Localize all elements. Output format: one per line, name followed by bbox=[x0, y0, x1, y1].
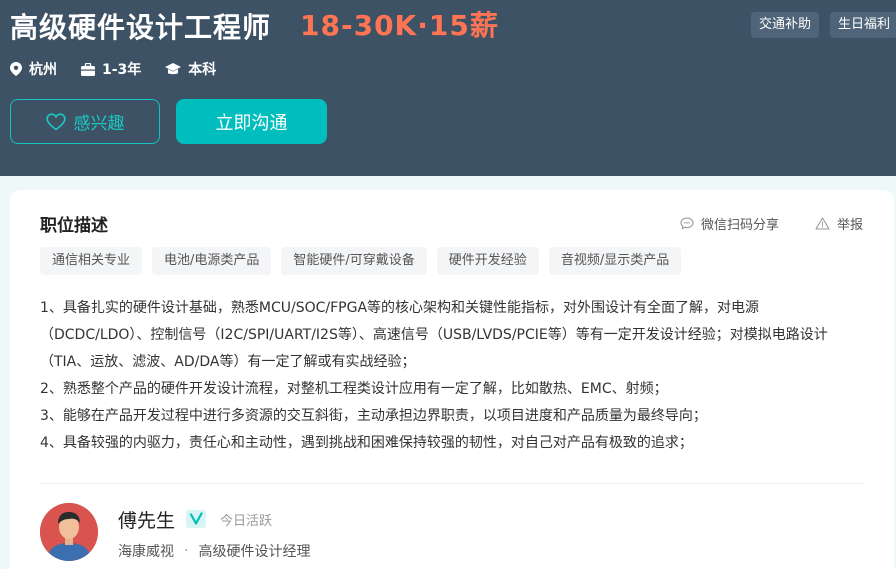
separator-dot: · bbox=[184, 543, 189, 559]
recruiter-name: 傅先生 bbox=[118, 510, 176, 532]
experience: 1-3年 bbox=[81, 59, 141, 79]
skill-tag: 通信相关专业 bbox=[40, 247, 143, 275]
description-line: 2、熟悉整个产品的硬件开发设计流程，对整机工程类设计应用有一定了解，比如散热、E… bbox=[40, 381, 668, 397]
education: 本科 bbox=[165, 59, 216, 79]
experience-text: 1-3年 bbox=[102, 62, 142, 78]
description-line: 4、具备较强的内驱力，责任心和主动性，遇到挑战和困难保持较强的韧性，对自己对产品… bbox=[40, 435, 693, 451]
person-avatar-icon bbox=[40, 503, 98, 561]
location-text: 杭州 bbox=[29, 62, 57, 78]
location: 杭州 bbox=[10, 59, 57, 79]
divider bbox=[40, 483, 864, 484]
skill-tag: 电池/电源类产品 bbox=[152, 247, 272, 275]
skill-tag: 硬件开发经验 bbox=[436, 247, 539, 275]
recruiter-info: 海康威视 · 高级硬件设计经理 bbox=[118, 541, 310, 561]
chat-now-button[interactable]: 立即沟通 bbox=[176, 99, 327, 144]
salary: 18-30K·15薪 bbox=[300, 9, 499, 42]
report-label: 举报 bbox=[837, 218, 864, 233]
verified-badge-icon bbox=[186, 510, 206, 528]
perk-tag: 交通补助 bbox=[751, 12, 820, 38]
wechat-share-link[interactable]: 微信扫码分享 bbox=[680, 214, 779, 233]
warning-icon bbox=[815, 217, 830, 230]
report-link[interactable]: 举报 bbox=[815, 214, 863, 233]
active-status: 今日活跃 bbox=[220, 514, 273, 529]
interest-label: 感兴趣 bbox=[73, 114, 125, 134]
perk-tag: 生日福利 bbox=[830, 12, 896, 38]
description-line: 1、具备扎实的硬件设计基础，熟悉MCU/SOC/FPGA等的核心架构和关键性能指… bbox=[40, 300, 828, 370]
job-description-card: 职位描述 微信扫码分享 举报 通信相关专业 电池/电源类产品 智能硬件/可穿戴设… bbox=[10, 190, 894, 569]
section-title: 职位描述 bbox=[40, 216, 108, 236]
education-text: 本科 bbox=[188, 62, 217, 78]
recruiter-position: 高级硬件设计经理 bbox=[198, 544, 311, 560]
recruiter-company: 海康威视 bbox=[118, 544, 174, 560]
interest-button[interactable]: 感兴趣 bbox=[10, 99, 160, 144]
share-label: 微信扫码分享 bbox=[701, 218, 780, 233]
description-line: 3、能够在产品开发过程中进行多资源的交互斜街，主动承担边界职责，以项目进度和产品… bbox=[40, 408, 707, 424]
job-meta: 杭州 1-3年 本科 bbox=[10, 59, 240, 79]
recruiter-avatar[interactable] bbox=[40, 503, 98, 561]
graduation-cap-icon bbox=[165, 62, 182, 74]
skill-tag: 音视频/显示类产品 bbox=[548, 247, 682, 275]
job-header: 高级硬件设计工程师 18-30K·15薪 交通补助 生日福利 杭州 1-3年 本… bbox=[0, 0, 896, 176]
skill-tag: 智能硬件/可穿戴设备 bbox=[281, 247, 427, 275]
job-description-text: 1、具备扎实的硬件设计基础，熟悉MCU/SOC/FPGA等的核心架构和关键性能指… bbox=[40, 295, 866, 457]
skill-tags: 通信相关专业 电池/电源类产品 智能硬件/可穿戴设备 硬件开发经验 音视频/显示… bbox=[40, 247, 691, 275]
briefcase-icon bbox=[81, 62, 95, 76]
heart-icon bbox=[45, 112, 66, 131]
location-pin-icon bbox=[10, 62, 22, 76]
job-title: 高级硬件设计工程师 bbox=[10, 11, 272, 44]
chat-bubble-icon bbox=[680, 217, 694, 230]
